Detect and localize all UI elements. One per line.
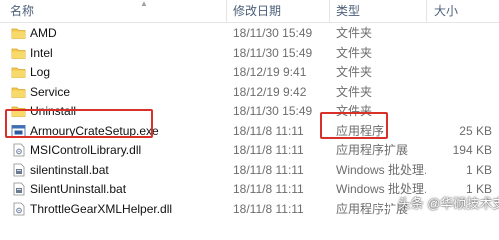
column-divider[interactable]	[329, 0, 330, 22]
dll-icon	[11, 143, 26, 157]
file-date: 18/11/30 15:49	[233, 26, 313, 40]
dll-icon	[11, 202, 26, 216]
folder-icon	[11, 85, 26, 99]
file-name: Intel	[30, 45, 53, 60]
file-row[interactable]: AMD 18/11/30 15:49 文件夹	[0, 24, 499, 44]
file-row[interactable]: MSIControlLibrary.dll 18/11/8 11:11 应用程序…	[0, 141, 499, 161]
file-date: 18/11/8 11:11	[233, 182, 304, 196]
file-date: 18/11/8 11:11	[233, 143, 304, 157]
file-size: 25 KB	[459, 123, 492, 138]
folder-icon	[11, 65, 26, 79]
file-type: 文件夹	[336, 26, 373, 40]
file-date: 18/11/8 11:11	[233, 162, 304, 177]
file-type: 文件夹	[336, 45, 373, 60]
file-name: MSIControlLibrary.dll	[30, 143, 142, 157]
sort-ascending-icon: ▲	[140, 0, 148, 8]
file-row[interactable]: Service 18/12/19 9:42 文件夹	[0, 83, 499, 103]
bat-icon	[11, 182, 26, 196]
file-name: Log	[30, 65, 51, 79]
column-divider[interactable]	[226, 0, 227, 22]
file-row[interactable]: silentinstall.bat 18/11/8 11:11 Windows …	[0, 161, 499, 181]
column-divider[interactable]	[426, 0, 427, 22]
file-size: 1 KB	[465, 162, 492, 177]
file-row[interactable]: Intel 18/11/30 15:49 文件夹	[0, 44, 499, 64]
folder-icon	[11, 46, 26, 60]
file-date: 18/12/19 9:42	[233, 84, 307, 99]
file-type: 文件夹	[336, 84, 373, 99]
file-date: 18/11/8 11:11	[233, 201, 304, 216]
column-header-size[interactable]: 大小	[434, 0, 458, 22]
file-name: SilentUninstall.bat	[30, 182, 127, 196]
highlight-box-filename	[5, 109, 153, 138]
file-date: 18/11/8 11:11	[233, 123, 304, 138]
file-date: 18/12/19 9:41	[233, 65, 307, 79]
file-name: ThrottleGearXMLHelper.dll	[30, 201, 173, 216]
file-name: AMD	[30, 26, 57, 40]
toutiao-logo-icon	[376, 194, 392, 215]
bat-icon	[11, 163, 26, 177]
file-type: 应用程序扩展	[336, 143, 409, 157]
file-date: 18/11/30 15:49	[233, 104, 313, 118]
folder-icon	[11, 26, 26, 40]
file-name: silentinstall.bat	[30, 162, 109, 177]
watermark-text: 头条 @华硕技术支持	[397, 196, 499, 211]
file-size: 194 KB	[452, 143, 492, 157]
file-name: Service	[30, 84, 71, 99]
file-row[interactable]: Log 18/12/19 9:41 文件夹	[0, 63, 499, 83]
column-header-name[interactable]: 名称	[10, 0, 34, 22]
column-header-date[interactable]: 修改日期	[233, 0, 281, 22]
file-type: Windows 批处理...	[336, 162, 426, 177]
watermark: 头条 @华硕技术支持	[376, 194, 499, 215]
file-type: 文件夹	[336, 65, 373, 79]
column-header-bar: 名称 ▲ 修改日期 类型 大小	[0, 0, 499, 23]
file-date: 18/11/30 15:49	[233, 45, 313, 60]
highlight-box-type	[320, 112, 388, 139]
column-header-type[interactable]: 类型	[336, 0, 360, 22]
